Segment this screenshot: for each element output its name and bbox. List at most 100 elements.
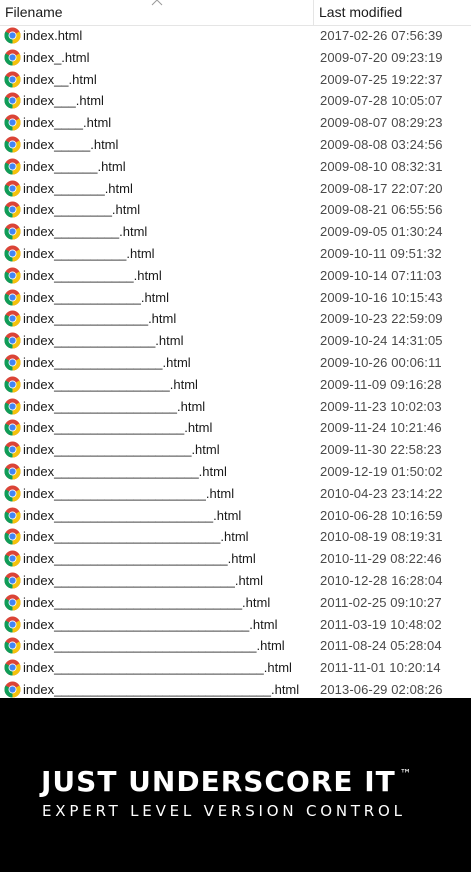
file-row[interactable]: index______________.html 2009-10-24 14:31… [0,330,471,352]
file-row[interactable]: index__________________________.html 2011… [0,592,471,614]
file-modified-date: 2009-11-24 10:21:46 [320,420,442,436]
file-modified-date: 2009-09-05 01:30:24 [320,224,443,240]
file-row[interactable]: index_______________________.html 2010-08… [0,526,471,548]
file-row[interactable]: index________.html 2009-08-21 06:55:56 [0,199,471,221]
chrome-file-icon [4,485,21,502]
file-row[interactable]: index__________________.html 2009-11-24 1… [0,417,471,439]
file-name: index_____________________.html [23,485,235,501]
file-row[interactable]: index________________________.html 2010-1… [0,548,471,570]
file-row[interactable]: index____.html 2009-08-07 08:29:23 [0,112,471,134]
file-row[interactable]: index_______________.html 2009-10-26 00:0… [0,352,471,374]
file-name: index_________________.html [23,398,206,414]
file-name: index_.html [23,49,90,65]
file-row[interactable]: index_.html 2009-07-20 09:23:19 [0,47,471,69]
file-row[interactable]: index___________________.html 2009-11-30 … [0,439,471,461]
file-row[interactable]: index___________________________.html 201… [0,614,471,636]
file-row[interactable]: index________________.html 2009-11-09 09:… [0,374,471,396]
column-header-bar: Filename Last modified [0,0,471,26]
file-modified-date: 2009-10-26 00:06:11 [320,354,442,370]
file-modified-date: 2009-07-20 09:23:19 [320,49,443,65]
file-row[interactable]: index______.html 2009-08-10 08:32:31 [0,156,471,178]
chrome-file-icon [4,114,21,131]
file-modified-date: 2009-08-10 08:32:31 [320,158,443,174]
file-name: index_____________.html [23,311,177,327]
file-row[interactable]: index.html 2017-02-26 07:56:39 [0,25,471,47]
file-row[interactable]: index_____________________________.html 2… [0,657,471,679]
file-name: index___.html [23,93,104,109]
chrome-file-icon [4,223,21,240]
chrome-file-icon [4,49,21,66]
chrome-file-icon [4,180,21,197]
chrome-file-icon [4,289,21,306]
chrome-file-icon [4,463,21,480]
caption-title: JUST UNDERSCORE IT ™ [41,765,413,798]
file-modified-date: 2009-08-08 03:24:56 [320,136,443,152]
chrome-file-icon [4,27,21,44]
file-name: index____________.html [23,289,170,305]
file-modified-date: 2010-06-28 10:16:59 [320,507,443,523]
column-header-last-modified[interactable]: Last modified [319,4,402,20]
file-row[interactable]: index_________________.html 2009-11-23 10… [0,396,471,418]
file-modified-date: 2009-08-21 06:55:56 [320,202,443,218]
file-name: index__.html [23,71,97,87]
file-modified-date: 2009-08-17 22:07:20 [320,180,443,196]
file-row[interactable]: index____________________________.html 20… [0,635,471,657]
file-modified-date: 2010-11-29 08:22:46 [320,551,442,567]
caption-subtitle: EXPERT LEVEL VERSION CONTROL [42,802,406,820]
file-modified-date: 2009-10-14 07:11:03 [320,267,442,283]
file-name: index__________________.html [23,420,213,436]
chrome-file-icon [4,398,21,415]
file-name: index_______.html [23,180,133,196]
file-name: index_______________.html [23,354,191,370]
file-name: index______.html [23,158,126,174]
file-name: index___________________.html [23,442,220,458]
file-name: index_________________________.html [23,572,263,588]
chrome-file-icon [4,528,21,545]
file-name: index_______________________.html [23,529,249,545]
file-name: index.html [23,28,83,43]
column-header-filename[interactable]: Filename [5,4,63,20]
file-modified-date: 2017-02-26 07:56:39 [320,28,443,43]
file-row[interactable]: index______________________.html 2010-06-… [0,505,471,527]
file-row[interactable]: index____________________.html 2009-12-19… [0,461,471,483]
column-divider[interactable] [313,0,314,25]
file-name: index____________________________.html [23,638,285,654]
trademark-symbol: ™ [399,767,413,781]
chrome-file-icon [4,71,21,88]
file-modified-date: 2009-11-30 22:58:23 [320,442,442,458]
file-row[interactable]: index_____________________.html 2010-04-2… [0,483,471,505]
file-name: index____.html [23,115,112,131]
file-modified-date: 2009-11-23 10:02:03 [320,398,442,414]
chrome-file-icon [4,441,21,458]
file-list: index.html 2017-02-26 07:56:39 index_.html… [0,25,471,701]
chrome-file-icon [4,681,21,698]
file-name: index________________.html [23,376,198,392]
file-name: index______________________________.html [23,681,300,697]
file-row[interactable]: index____________.html 2009-10-16 10:15:4… [0,287,471,309]
file-row[interactable]: index___________.html 2009-10-14 07:11:03 [0,265,471,287]
file-modified-date: 2009-10-11 09:51:32 [320,245,442,261]
file-row[interactable]: index_______.html 2009-08-17 22:07:20 [0,178,471,200]
file-row[interactable]: index_____________.html 2009-10-23 22:59:… [0,308,471,330]
file-row[interactable]: index___.html 2009-07-28 10:05:07 [0,90,471,112]
file-name: index____________________.html [23,463,227,479]
chrome-file-icon [4,419,21,436]
chrome-file-icon [4,615,21,633]
file-name: index___________.html [23,267,162,283]
sort-ascending-icon [151,0,163,6]
file-name: index______________________.html [23,507,242,523]
meme-caption: JUST UNDERSCORE IT ™ EXPERT LEVEL VERSION… [0,698,471,872]
file-row[interactable]: index_____.html 2009-08-08 03:24:56 [0,134,471,156]
file-row[interactable]: index__.html 2009-07-25 19:22:37 [0,69,471,91]
chrome-file-icon [4,637,21,654]
file-modified-date: 2009-10-16 10:15:43 [320,289,443,305]
chrome-file-icon [4,594,21,611]
file-modified-date: 2011-08-24 05:28:04 [320,638,442,654]
file-row[interactable]: index_________.html 2009-09-05 01:30:24 [0,221,471,243]
file-explorer: Filename Last modified index.html 2017-02… [0,0,471,698]
file-row[interactable]: index__________.html 2009-10-11 09:51:32 [0,243,471,265]
file-row[interactable]: index_________________________.html 2010-… [0,570,471,592]
chrome-file-icon [4,310,21,327]
file-modified-date: 2011-03-19 10:48:02 [320,616,442,632]
file-modified-date: 2011-02-25 09:10:27 [320,594,442,610]
